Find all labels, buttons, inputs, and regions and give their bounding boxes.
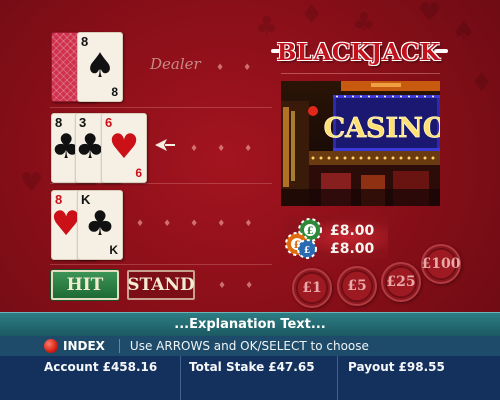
casino-building-image: CASINO (281, 81, 440, 206)
hit-button[interactable]: HIT (51, 270, 119, 300)
account-value: £458.16 (102, 360, 158, 374)
svg-text:£: £ (307, 226, 314, 237)
row-divider (50, 183, 272, 184)
background-heart-icon: ♥ (418, 0, 442, 28)
hand-2-row-dots: ♦ ♦ ♦ ♦ ♦ (136, 219, 253, 229)
row-divider (50, 264, 272, 265)
button-row-dots: ♦ ♦ (218, 281, 254, 291)
background-club-icon: ♣ (352, 8, 376, 38)
card-rank: K (109, 243, 118, 257)
club-icon: ♣ (84, 203, 116, 244)
logo-underline (281, 73, 440, 74)
background-diamond-icon: ♦ (470, 68, 494, 98)
account-divider (337, 356, 338, 400)
explanation-bar: ...Explanation Text... (0, 312, 500, 336)
heart-icon: ♥ (108, 126, 140, 167)
background-diamond-icon: ♦ (300, 0, 324, 30)
payout-value: £98.55 (398, 360, 445, 374)
hand-1-stake: £8.00 (330, 223, 375, 239)
background-heart-icon: ♥ (20, 168, 44, 198)
index-button-label[interactable]: INDEX (63, 339, 105, 353)
chip-100-button[interactable]: £100 (421, 244, 461, 284)
total-stake: Total Stake £47.65 (189, 358, 337, 376)
total-stake-value: £47.65 (268, 360, 315, 374)
card-rank: 8 (111, 85, 118, 99)
chip-stack-icon: £ £ £ (285, 218, 322, 259)
player-card: 6 ♥ 6 (101, 113, 147, 183)
navigation-help-text: Use ARROWS and OK/SELECT to choose (118, 339, 369, 353)
account-label: Account (44, 360, 99, 374)
row-divider (50, 107, 272, 108)
blackjack-table: ♣ ♦ ♣ ♥ ♠ ♦ ♥ 8 ♠ 8 Dealer ♦ ♦ 8 ♣ 3 ♣ 6 … (0, 0, 500, 400)
background-spade-icon: ♠ (452, 16, 476, 46)
blackjack-logo: BLACKJACK (276, 38, 441, 66)
svg-text:£: £ (304, 246, 310, 256)
account-bar: Account £458.16 Total Stake £47.65 Payou… (0, 356, 500, 400)
payout: Payout £98.55 (348, 358, 498, 376)
casino-sign-text: CASINO (324, 113, 440, 144)
stand-button[interactable]: STAND (127, 270, 195, 300)
chip-5-button[interactable]: £5 (337, 266, 377, 306)
active-hand-pointer-icon (155, 139, 175, 151)
dealer-card: 8 ♠ 8 (77, 32, 123, 102)
chip-1-button[interactable]: £1 (292, 268, 332, 308)
account-divider (180, 356, 181, 400)
background-club-icon: ♣ (255, 12, 279, 42)
explanation-text: ...Explanation Text... (174, 317, 326, 332)
red-button-icon[interactable] (44, 339, 58, 353)
player-card: K ♣ K (77, 190, 123, 260)
dealer-row-dots: ♦ ♦ (216, 63, 252, 73)
card-rank: 6 (135, 166, 142, 180)
casino-photo: CASINO (281, 81, 440, 206)
dealer-label: Dealer (150, 55, 201, 73)
hand-2-stake: £8.00 (330, 241, 375, 257)
total-stake-label: Total Stake (189, 360, 265, 374)
index-bar: INDEX Use ARROWS and OK/SELECT to choose (0, 336, 500, 356)
hand-1-row-dots: ♦ ♦ ♦ (190, 144, 253, 154)
payout-label: Payout (348, 360, 395, 374)
chip-25-button[interactable]: £25 (381, 262, 421, 302)
account-balance: Account £458.16 (44, 358, 180, 376)
spade-icon: ♠ (84, 45, 116, 86)
